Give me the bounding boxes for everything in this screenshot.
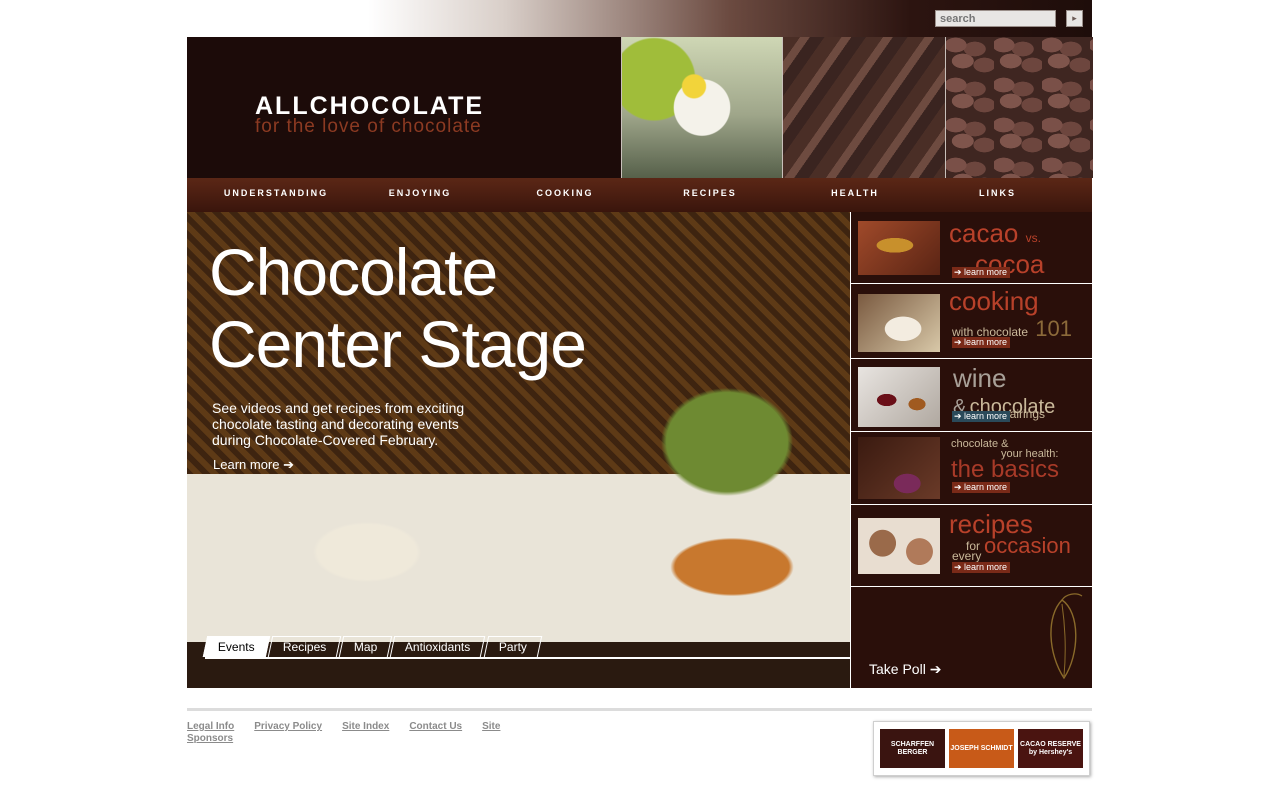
tab-party[interactable]: Party — [483, 636, 543, 657]
tab-underline — [205, 657, 850, 659]
tab-map[interactable]: Map — [338, 636, 393, 657]
nav-cooking[interactable]: COOKING — [475, 178, 655, 212]
nav-health[interactable]: HEALTH — [765, 178, 945, 212]
page: ▸ ALLCHOCOLATE for the love of chocolate… — [187, 0, 1093, 800]
promo-title: chocolate & your health: the basics — [951, 438, 1059, 482]
cookies-thumbnail — [858, 518, 940, 574]
promo-title-part: occasion — [984, 533, 1071, 558]
logo-title: ALLCHOCOLATE — [255, 92, 485, 120]
promo-title-part: wine — [953, 363, 1007, 393]
promo-title-part: vs. — [1025, 231, 1041, 245]
cacao-pod-thumbnail — [858, 221, 940, 275]
promo-title: recipes for every occasion — [949, 511, 1071, 563]
sponsor-joseph-schmidt[interactable]: JOSEPH SCHMIDT — [949, 729, 1014, 768]
hero-tabs: Events Recipes Map Antioxidants Party — [202, 636, 543, 658]
cacao-flower-photo — [621, 37, 782, 178]
footer-divider — [187, 708, 1092, 711]
footer-links: Legal Info Privacy Policy Site Index Contac… — [187, 721, 537, 745]
promo-title-part: cacao — [949, 218, 1019, 248]
footer-link-legal-info[interactable]: Legal Info — [187, 721, 234, 732]
promo-cacao-vs-cocoa[interactable]: cacao vs. cocoa ➔ learn more — [851, 212, 1092, 284]
sponsor-logos: SCHARFFEN BERGER JOSEPH SCHMIDT CACAO RE… — [873, 721, 1090, 776]
hero-description: See videos and get recipes from exciting… — [212, 400, 465, 448]
tab-events[interactable]: Events — [202, 636, 270, 657]
promo-recipes-occasion[interactable]: recipes for every occasion ➔ learn more — [851, 505, 1092, 587]
learn-more-button[interactable]: ➔ learn more — [952, 411, 1011, 422]
hero-banner[interactable]: Chocolate Center Stage See videos and ge… — [187, 212, 850, 688]
promo-title-part: 101 — [1035, 316, 1072, 341]
sponsor-cacao-reserve[interactable]: CACAO RESERVE by Hershey's — [1018, 729, 1083, 768]
cacao-pods-photo — [782, 37, 945, 178]
learn-more-button[interactable]: ➔ learn more — [952, 482, 1011, 493]
nav-understanding[interactable]: UNDERSTANDING — [187, 178, 365, 212]
learn-more-button[interactable]: ➔ learn more — [952, 337, 1011, 348]
nav-links[interactable]: LINKS — [945, 178, 1050, 212]
take-poll-link[interactable]: Take Poll ➔ — [869, 661, 941, 678]
tab-antioxidants[interactable]: Antioxidants — [390, 636, 486, 657]
tab-recipes[interactable]: Recipes — [267, 636, 342, 657]
hero-title-line1: Chocolate — [209, 235, 498, 309]
cacao-pod-illustration-icon — [1050, 593, 1083, 680]
top-bar: ▸ — [187, 0, 1092, 37]
learn-more-button[interactable]: ➔ learn more — [952, 267, 1011, 278]
tab-antioxidants-label: Antioxidants — [405, 640, 471, 654]
promo-title-part: cooking — [949, 286, 1039, 316]
nav-enjoying[interactable]: ENJOYING — [365, 178, 475, 212]
poll-box: Take Poll ➔ — [851, 588, 1092, 688]
wine-glasses-thumbnail — [858, 367, 940, 427]
hero-learn-more-link[interactable]: Learn more ➔ — [213, 457, 294, 473]
site-logo[interactable]: ALLCHOCOLATE for the love of chocolate — [255, 94, 575, 137]
hero-title: Chocolate Center Stage — [209, 235, 587, 381]
cacao-beans-photo — [945, 37, 1093, 178]
footer-link-contact-us[interactable]: Contact Us — [409, 721, 462, 732]
search-input[interactable] — [935, 10, 1056, 27]
hero-title-line2: Center Stage — [209, 307, 587, 381]
sponsor-scharffen-berger[interactable]: SCHARFFEN BERGER — [880, 729, 945, 768]
tab-recipes-label: Recipes — [282, 640, 326, 654]
promo-title-part: the basics — [951, 456, 1060, 483]
main-nav: UNDERSTANDING ENJOYING COOKING RECIPES H… — [187, 178, 1092, 212]
nav-recipes[interactable]: RECIPES — [655, 178, 765, 212]
logo-tagline: for the love of chocolate — [255, 116, 482, 137]
tab-party-label: Party — [498, 640, 527, 654]
tab-map-label: Map — [353, 640, 378, 654]
tab-events-label: Events — [217, 640, 255, 654]
cooking-bowl-thumbnail — [858, 294, 940, 352]
health-thumbnail — [858, 437, 940, 499]
side-panel: cacao vs. cocoa ➔ learn more cooking wit… — [850, 212, 1092, 688]
site-header: ALLCHOCOLATE for the love of chocolate — [187, 37, 1093, 178]
footer-link-privacy-policy[interactable]: Privacy Policy — [254, 721, 322, 732]
promo-cooking-101[interactable]: cooking with chocolate 101 ➔ learn more — [851, 284, 1092, 359]
learn-more-button[interactable]: ➔ learn more — [952, 562, 1011, 573]
arrow-right-icon: ▸ — [1072, 13, 1077, 23]
promo-wine-chocolate[interactable]: wine & chocolate pairings ➔ learn more — [851, 359, 1092, 432]
footer-link-site-index[interactable]: Site Index — [342, 721, 389, 732]
search-submit-button[interactable]: ▸ — [1066, 10, 1083, 27]
promo-chocolate-health[interactable]: chocolate & your health: the basics ➔ le… — [851, 432, 1092, 505]
